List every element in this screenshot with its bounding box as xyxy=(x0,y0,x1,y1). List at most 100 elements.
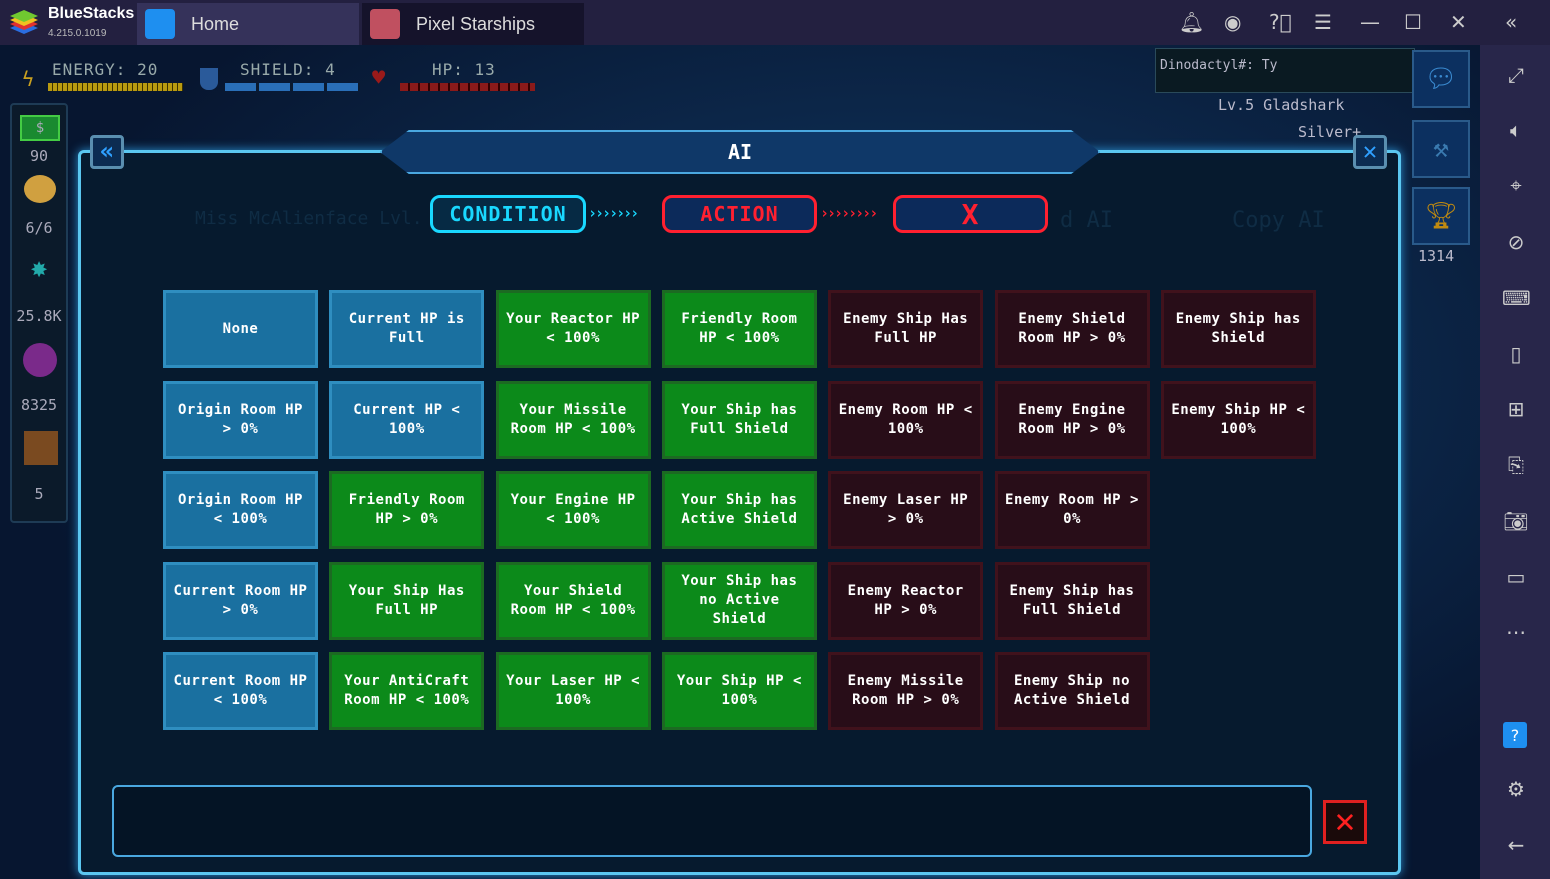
supply-value: 5 xyxy=(34,485,44,503)
menu-icon[interactable]: ☰ xyxy=(1314,10,1332,34)
arrows-icon: ›››››››› xyxy=(820,204,878,222)
collapse-sidebar-icon[interactable]: « xyxy=(1505,10,1517,34)
condition-option[interactable]: Enemy Ship Has Full HP xyxy=(828,290,984,368)
condition-option[interactable]: Current Room HP > 0% xyxy=(163,561,318,640)
app-name: BlueStacks xyxy=(48,5,135,22)
screenshot-icon[interactable]: 📷︎ xyxy=(1502,509,1530,537)
condition-option[interactable]: Your Ship Has Full HP xyxy=(329,561,485,640)
app-brand: BlueStacks 4.215.0.1019 xyxy=(48,5,134,41)
app-version: 4.215.0.1019 xyxy=(48,28,107,39)
condition-option[interactable]: Your Shield Room HP < 100% xyxy=(495,561,651,640)
condition-option[interactable]: Enemy Reactor HP > 0% xyxy=(828,561,984,640)
condition-option[interactable]: Your Laser HP < 100% xyxy=(495,652,651,730)
game-icon xyxy=(370,9,400,39)
account-icon[interactable]: ◉ xyxy=(1224,10,1241,34)
step-target[interactable]: X xyxy=(893,195,1048,233)
right-sidebar: ⤢ 🔈︎ ⌖ ⊘ ⌨ ▯ ⊞ ⎘ 📷︎ ▭ ⋯ ? ⚙ ← xyxy=(1480,45,1550,879)
hp-label: HP: 13 xyxy=(432,60,496,79)
help-icon[interactable]: ?⃝ xyxy=(1269,10,1292,34)
fullscreen-icon[interactable]: ⤢ xyxy=(1502,63,1530,91)
trophy-count: 1314 xyxy=(1418,247,1455,265)
background-ai-text: d AI xyxy=(1060,208,1113,233)
chat-button[interactable]: 💬︎ xyxy=(1412,50,1470,108)
shield-bar xyxy=(225,83,360,91)
help-button-icon[interactable]: ? xyxy=(1503,722,1527,748)
step-action[interactable]: ACTION xyxy=(662,195,817,233)
volume-icon[interactable]: 🔈︎ xyxy=(1502,118,1530,146)
dialog-title: AI xyxy=(380,130,1100,174)
install-apk-icon[interactable]: ⎘ xyxy=(1502,453,1530,481)
condition-option[interactable]: Enemy Missile Room HP > 0% xyxy=(828,652,984,730)
condition-option[interactable]: Friendly Room HP < 100% xyxy=(661,290,817,368)
money-icon: $ xyxy=(20,115,60,141)
condition-option[interactable]: Enemy Room HP < 100% xyxy=(828,380,984,459)
arrows-icon: ››››››› xyxy=(588,204,639,222)
condition-option[interactable]: Your Ship has Full Shield xyxy=(661,380,817,459)
energy-bar xyxy=(48,83,183,91)
title-bar: BlueStacks 4.215.0.1019 Home Pixel Starsh… xyxy=(0,0,1550,45)
shield-label: SHIELD: 4 xyxy=(240,60,336,79)
gas-icon xyxy=(23,343,57,377)
step-condition[interactable]: CONDITION xyxy=(430,195,586,233)
resource-value: 90 xyxy=(29,147,49,165)
condition-option[interactable]: Enemy Laser HP > 0% xyxy=(828,471,984,549)
gas-value: 8325 xyxy=(20,396,58,414)
condition-option[interactable]: Origin Room HP < 100% xyxy=(163,471,318,549)
condition-option[interactable]: Origin Room HP > 0% xyxy=(163,380,318,459)
tab-label: Home xyxy=(191,13,240,34)
clear-button[interactable]: ✕ xyxy=(1323,800,1367,844)
condition-option[interactable]: Your Reactor HP < 100% xyxy=(495,290,651,368)
energy-label: ENERGY: 20 xyxy=(52,60,159,79)
back-button[interactable]: « xyxy=(90,135,124,169)
settings-icon[interactable]: ⚙ xyxy=(1502,777,1530,805)
maximize-icon[interactable]: ☐ xyxy=(1404,10,1422,34)
crew-icon xyxy=(24,175,56,203)
league-name: Silver+ xyxy=(1298,123,1362,141)
condition-option[interactable]: Enemy Ship has Shield xyxy=(1160,290,1316,368)
heart-icon: ♥ xyxy=(372,66,386,91)
lightning-icon: ϟ xyxy=(22,67,35,91)
condition-option[interactable]: Current HP < 100% xyxy=(329,380,485,459)
condition-option[interactable]: Your AntiCraft Room HP < 100% xyxy=(329,652,485,730)
home-icon xyxy=(145,9,175,39)
tab-pixel-starships[interactable]: Pixel Starships xyxy=(362,3,584,45)
condition-option[interactable]: None xyxy=(163,290,318,368)
record-icon[interactable]: ▭ xyxy=(1502,565,1530,593)
background-copy-ai-text: Copy AI xyxy=(1232,208,1325,233)
more-icon[interactable]: ⋯ xyxy=(1502,620,1530,648)
tab-home[interactable]: Home xyxy=(137,3,359,45)
condition-option[interactable]: Enemy Ship HP < 100% xyxy=(1160,380,1316,459)
close-icon[interactable]: ✕ xyxy=(1450,10,1467,34)
condition-option[interactable]: Enemy Shield Room HP > 0% xyxy=(994,290,1150,368)
condition-option[interactable]: Enemy Room HP > 0% xyxy=(994,471,1150,549)
cursor-lock-icon[interactable]: ⌖ xyxy=(1502,173,1530,201)
close-dialog-button[interactable]: ✕ xyxy=(1353,135,1387,169)
ai-summary-box[interactable] xyxy=(112,785,1312,857)
phone-icon[interactable]: ▯ xyxy=(1502,342,1530,370)
condition-option[interactable]: Enemy Ship no Active Shield xyxy=(994,652,1150,730)
condition-option[interactable]: Current Room HP < 100% xyxy=(163,652,318,730)
condition-option[interactable]: Your Missile Room HP < 100% xyxy=(495,380,651,459)
mineral-value: 25.8K xyxy=(16,307,62,325)
build-button[interactable]: ⚒︎ xyxy=(1412,120,1470,178)
hide-icon[interactable]: ⊘ xyxy=(1502,230,1530,258)
condition-option[interactable]: Current HP is Full xyxy=(329,290,485,368)
player-name: Dinodactyl#: Ty xyxy=(1160,58,1278,73)
keyboard-icon[interactable]: ⌨ xyxy=(1502,286,1531,314)
gamepad-icon[interactable]: ⊞ xyxy=(1502,397,1530,425)
condition-option[interactable]: Your Ship has no Active Shield xyxy=(661,561,817,640)
shield-icon xyxy=(200,68,218,90)
resource-panel: $ 90 6/6 ✸ 25.8K 8325 5 xyxy=(10,103,68,523)
mineral-icon: ✸ xyxy=(30,251,48,284)
trophy-button[interactable]: 🏆︎ xyxy=(1412,187,1470,245)
bell-icon[interactable]: 🔔︎ xyxy=(1179,10,1204,34)
back-icon[interactable]: ← xyxy=(1502,833,1530,861)
condition-option[interactable]: Enemy Engine Room HP > 0% xyxy=(994,380,1150,459)
condition-option[interactable]: Your Ship HP < 100% xyxy=(661,652,817,730)
condition-option[interactable]: Your Engine HP < 100% xyxy=(495,471,651,549)
condition-option[interactable]: Enemy Ship has Full Shield xyxy=(994,561,1150,640)
minimize-icon[interactable]: — xyxy=(1360,10,1380,34)
crew-count: 6/6 xyxy=(25,219,53,237)
condition-option[interactable]: Your Ship has Active Shield xyxy=(661,471,817,549)
condition-option[interactable]: Friendly Room HP > 0% xyxy=(329,471,485,549)
